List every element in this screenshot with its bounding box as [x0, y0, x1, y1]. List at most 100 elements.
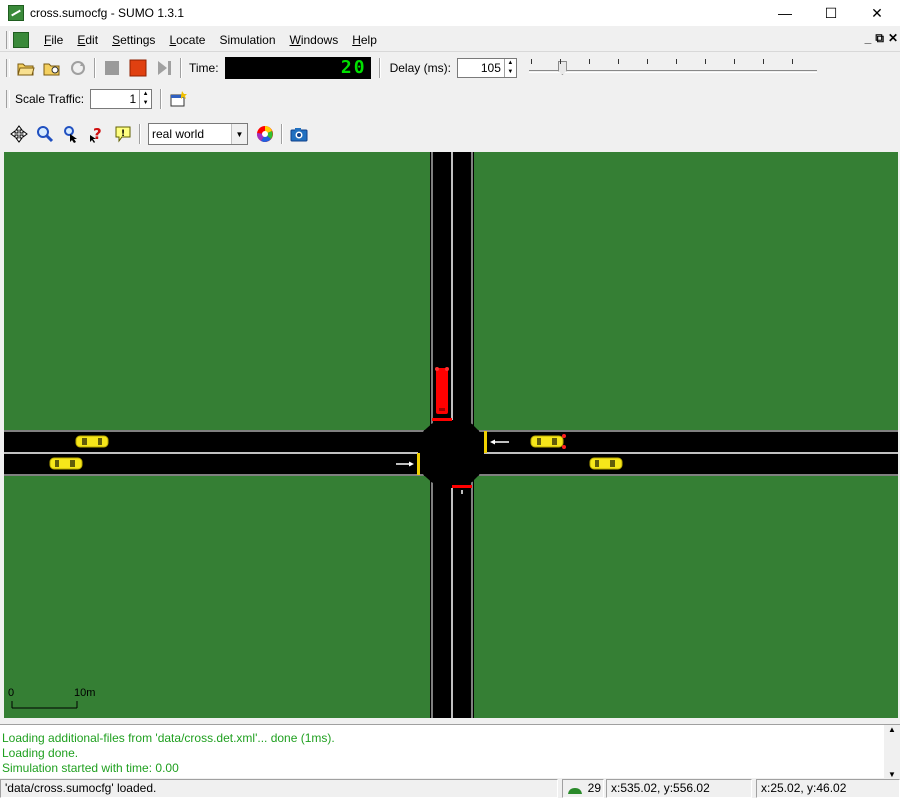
query-icon[interactable]: ?: [86, 123, 108, 145]
scale-end-label: 10m: [74, 687, 95, 699]
svg-text:?: ?: [93, 125, 102, 143]
scroll-up-icon[interactable]: ▲: [888, 725, 896, 734]
vehicle-car[interactable]: [49, 457, 83, 470]
vehicle-count: 29: [587, 781, 601, 795]
color-scheme-value: real world: [152, 127, 205, 141]
delay-spinner-arrows[interactable]: ▲ ▼: [503, 59, 516, 77]
slider-tick: [530, 59, 532, 64]
colorwheel-icon[interactable]: [254, 123, 276, 145]
locate-icon[interactable]: [60, 123, 82, 145]
simulation-canvas[interactable]: 0 10m: [4, 152, 898, 718]
zoom-icon[interactable]: [34, 123, 56, 145]
reload-icon[interactable]: [67, 57, 89, 79]
menu-windows[interactable]: Windows: [290, 33, 339, 47]
slider-tick: [675, 59, 677, 64]
toolbar-grip[interactable]: [6, 90, 10, 108]
time-display: 20: [224, 57, 371, 79]
color-scheme-select[interactable]: real world ▼: [148, 123, 248, 145]
delay-slider[interactable]: [525, 57, 821, 79]
close-button[interactable]: ✕: [854, 0, 900, 26]
mdi-minimize-button[interactable]: _: [865, 31, 872, 46]
stop-icon[interactable]: [101, 57, 123, 79]
menu-edit[interactable]: Edit: [77, 33, 98, 47]
message-window[interactable]: Loading additional-files from 'data/cros…: [0, 724, 900, 779]
chevron-down-icon[interactable]: ▼: [231, 124, 247, 144]
title-bar: cross.sumocfg - SUMO 1.3.1 — ☐ ✕: [0, 0, 900, 26]
toolbar-grip[interactable]: [6, 59, 10, 77]
status-text: 'data/cross.sumocfg' loaded.: [0, 779, 558, 798]
message-line: Loading done.: [2, 746, 79, 760]
toolbar-separator: [160, 89, 163, 109]
mdi-close-button[interactable]: ✕: [888, 31, 898, 46]
slider-tick: [762, 59, 764, 64]
window-title: cross.sumocfg - SUMO 1.3.1: [30, 6, 185, 20]
status-bar: 'data/cross.sumocfg' loaded. 29 x:535.02…: [0, 779, 900, 798]
spin-down-icon[interactable]: ▼: [140, 99, 151, 108]
slider-tick: [646, 59, 648, 64]
slider-tick: [791, 59, 793, 64]
toolbar-separator: [281, 124, 283, 144]
junction[interactable]: [418, 420, 484, 486]
scale-traffic-spinner[interactable]: 1 ▲ ▼: [90, 89, 153, 109]
vehicle-car[interactable]: [530, 434, 566, 449]
geo-coordinates: x:25.02, y:46.02: [756, 779, 900, 798]
toolbar-separator: [94, 58, 96, 78]
vehicle-icon: [568, 788, 582, 794]
open-icon[interactable]: [15, 57, 37, 79]
menu-simulation[interactable]: Simulation: [219, 33, 275, 47]
network-view[interactable]: 0 10m: [4, 152, 898, 718]
step-icon[interactable]: [153, 57, 175, 79]
scale-toolbar: Scale Traffic: 1 ▲ ▼: [0, 84, 900, 114]
delay-spinner[interactable]: 105 ▲ ▼: [456, 58, 517, 78]
scale-spinner-arrows[interactable]: ▲ ▼: [139, 90, 151, 108]
menu-grip[interactable]: [6, 30, 10, 49]
scale-traffic-label: Scale Traffic:: [15, 92, 85, 106]
message-line: Simulation started with time: 0.00: [2, 761, 179, 775]
vehicle-car[interactable]: [589, 457, 623, 470]
menu-locate[interactable]: Locate: [169, 33, 205, 47]
mdi-child-icon[interactable]: [13, 31, 29, 48]
time-label: Time:: [189, 61, 219, 75]
delay-label: Delay (ms):: [389, 61, 451, 75]
menu-help[interactable]: Help: [352, 33, 377, 47]
cursor-coordinates: x:535.02, y:556.02: [606, 779, 752, 798]
main-toolbar: Time: 20 Delay (ms): 105 ▲ ▼: [0, 53, 900, 83]
scale-bar: [11, 701, 78, 709]
open-network-icon[interactable]: [41, 57, 63, 79]
recenter-icon[interactable]: [8, 123, 30, 145]
scale-start-label: 0: [8, 687, 14, 699]
spin-down-icon[interactable]: ▼: [505, 68, 516, 77]
traffic-light-east[interactable]: [484, 431, 487, 453]
traffic-light-west[interactable]: [417, 453, 420, 475]
message-scrollbar[interactable]: ▲ ▼: [884, 725, 900, 779]
snapshot-icon[interactable]: [288, 123, 310, 145]
window-controls: — ☐ ✕: [762, 0, 900, 26]
mdi-restore-button[interactable]: ⧉: [875, 31, 884, 46]
run-icon[interactable]: [127, 57, 149, 79]
slider-track: [528, 70, 817, 73]
slider-tick: [617, 59, 619, 64]
menu-settings[interactable]: Settings: [112, 33, 155, 47]
spin-up-icon[interactable]: ▲: [505, 59, 516, 68]
delay-value[interactable]: 105: [458, 59, 504, 77]
scroll-down-icon[interactable]: ▼: [888, 770, 896, 779]
traffic-light-north[interactable]: [432, 418, 452, 421]
menu-file[interactable]: File: [44, 33, 63, 47]
minimize-button[interactable]: —: [762, 0, 808, 26]
message-line: Loading additional-files from 'data/cros…: [2, 731, 335, 745]
slider-tick: [733, 59, 735, 64]
spin-up-icon[interactable]: ▲: [140, 90, 151, 99]
maximize-button[interactable]: ☐: [808, 0, 854, 26]
vehicle-count-cell: 29: [562, 779, 604, 798]
vehicle-red-bus[interactable]: [435, 367, 449, 414]
tooltip-icon[interactable]: !: [112, 123, 134, 145]
view-toolbar: ? ! real world ▼: [0, 119, 900, 149]
vehicle-car[interactable]: [75, 435, 109, 448]
mdi-controls: _ ⧉ ✕: [865, 31, 898, 46]
scale-traffic-value[interactable]: 1: [91, 90, 139, 108]
toolbar-separator: [378, 58, 381, 78]
toolbar-separator: [139, 124, 141, 144]
svg-text:!: !: [121, 129, 125, 139]
traffic-light-south[interactable]: [452, 485, 472, 488]
edit-chosen-icon[interactable]: [167, 88, 189, 110]
